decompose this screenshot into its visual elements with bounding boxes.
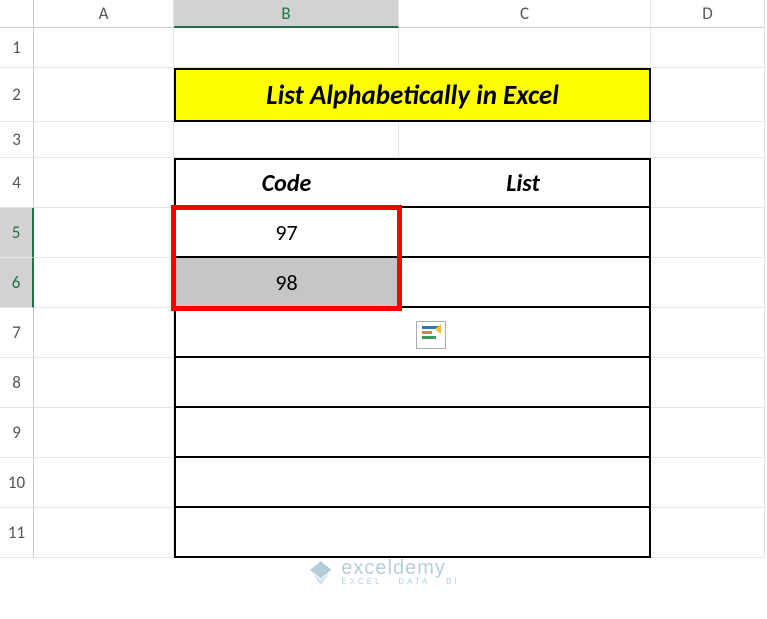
watermark-subtext: EXCEL · DATA · BI (341, 578, 459, 586)
select-all-corner[interactable] (0, 0, 34, 28)
cell-c6[interactable] (397, 258, 651, 308)
row-header-5[interactable]: 5 (0, 208, 34, 258)
row-header-col: 1 2 3 4 5 6 7 8 9 10 11 (0, 28, 34, 558)
row-header-6[interactable]: 6 (0, 258, 34, 308)
cell[interactable] (651, 308, 765, 358)
cell[interactable] (174, 28, 399, 68)
cell[interactable] (34, 68, 174, 122)
cell[interactable] (34, 408, 174, 458)
cell[interactable] (34, 208, 174, 258)
cell[interactable] (399, 28, 651, 68)
cell[interactable] (651, 408, 765, 458)
cell[interactable] (34, 458, 174, 508)
cell[interactable] (651, 508, 765, 558)
cell-c9[interactable] (397, 408, 651, 458)
cell[interactable] (34, 28, 174, 68)
watermark: exceldemy EXCEL · DATA · BI (307, 558, 459, 586)
cell[interactable] (651, 258, 765, 308)
row-header-1[interactable]: 1 (0, 28, 34, 68)
cell[interactable] (34, 308, 174, 358)
column-header-b[interactable]: B (174, 0, 399, 28)
spreadsheet: A B C D 1 2 3 4 5 6 7 8 9 10 11 (0, 0, 767, 619)
column-header-a[interactable]: A (34, 0, 174, 28)
watermark-logo-icon (307, 559, 333, 585)
cell[interactable] (34, 258, 174, 308)
quick-analysis-button[interactable] (416, 321, 446, 349)
cell-b9[interactable] (174, 408, 399, 458)
cell[interactable] (34, 158, 174, 208)
row-header-3[interactable]: 3 (0, 122, 34, 158)
column-header-row: A B C D (0, 0, 767, 28)
row-header-7[interactable]: 7 (0, 308, 34, 358)
column-header-d[interactable]: D (651, 0, 765, 28)
title-cell[interactable]: List Alphabetically in Excel (174, 68, 651, 122)
cell-b5[interactable]: 97 (174, 208, 399, 258)
column-header-c[interactable]: C (399, 0, 651, 28)
row-header-11[interactable]: 11 (0, 508, 34, 558)
cell[interactable] (34, 508, 174, 558)
cell[interactable] (174, 122, 399, 158)
cell-c8[interactable] (397, 358, 651, 408)
cell-c11[interactable] (397, 508, 651, 558)
cell[interactable] (651, 358, 765, 408)
cell[interactable] (651, 122, 765, 158)
table-header-code[interactable]: Code (174, 158, 399, 208)
cell-c5[interactable] (397, 208, 651, 258)
cell[interactable] (34, 358, 174, 408)
row-header-9[interactable]: 9 (0, 408, 34, 458)
row-header-2[interactable]: 2 (0, 68, 34, 122)
quick-analysis-icon (421, 323, 441, 348)
cell[interactable] (651, 458, 765, 508)
cell-c10[interactable] (397, 458, 651, 508)
cell[interactable] (651, 68, 765, 122)
cell-b8[interactable] (174, 358, 399, 408)
cell-b11[interactable] (174, 508, 399, 558)
row-header-10[interactable]: 10 (0, 458, 34, 508)
cell-grid: List Alphabetically in Excel Code List 9… (34, 28, 765, 558)
cell[interactable] (651, 208, 765, 258)
watermark-text: exceldemy (341, 558, 459, 578)
cell[interactable] (399, 122, 651, 158)
row-header-8[interactable]: 8 (0, 358, 34, 408)
cell[interactable] (651, 158, 765, 208)
cell[interactable] (34, 122, 174, 158)
cell-b7[interactable] (174, 308, 399, 358)
row-header-4[interactable]: 4 (0, 158, 34, 208)
cell[interactable] (651, 28, 765, 68)
cell-b10[interactable] (174, 458, 399, 508)
cell-b6[interactable]: 98 (174, 258, 399, 308)
table-header-list[interactable]: List (397, 158, 651, 208)
